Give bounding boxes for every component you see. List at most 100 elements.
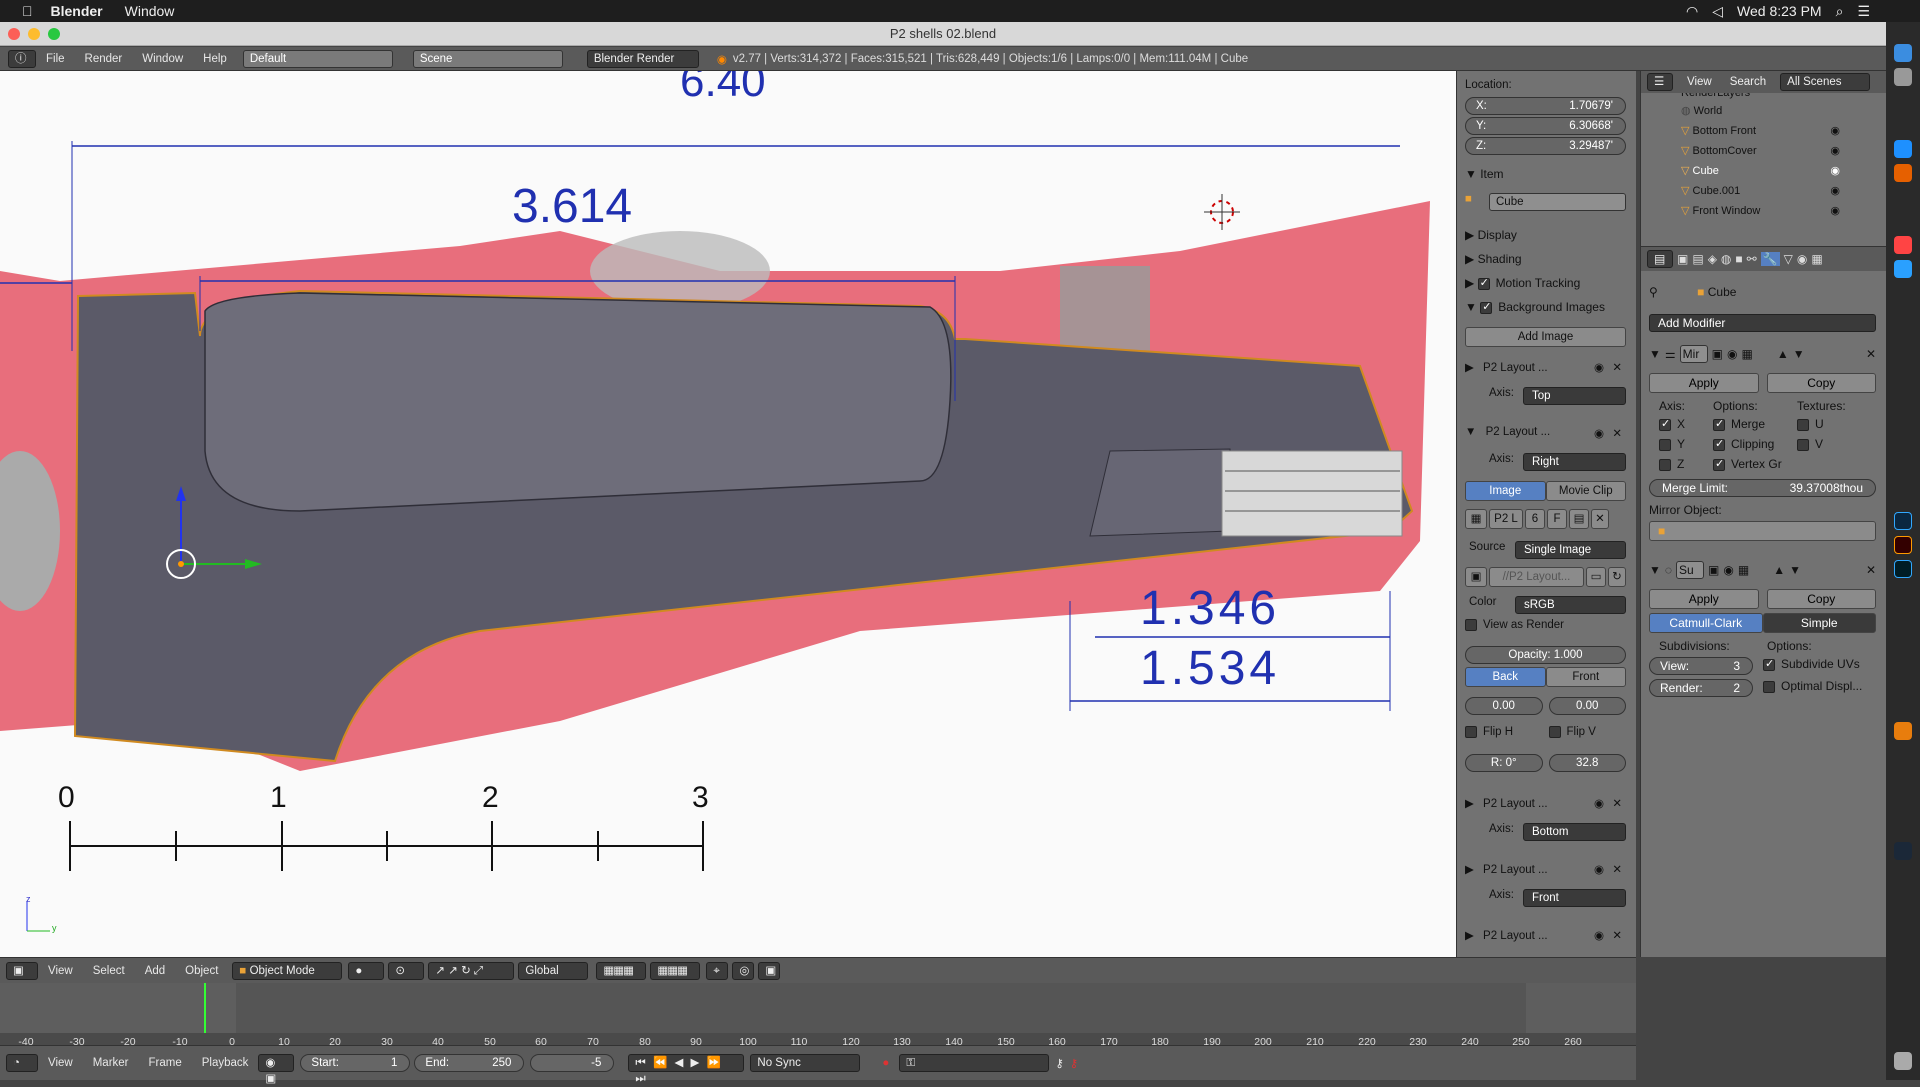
end-frame-field[interactable]: End: 250 xyxy=(414,1054,525,1072)
offset-x-field[interactable]: 0.00 xyxy=(1465,697,1543,715)
outliner-item[interactable]: ▽ BottomCover ◉ xyxy=(1681,141,1886,161)
eye-icon[interactable]: ◉ xyxy=(1830,141,1840,161)
world-tab-icon[interactable]: ◍ xyxy=(1721,252,1731,266)
render-tab-icon[interactable]: ▣ xyxy=(1677,252,1688,266)
apply-mirror-button[interactable]: Apply xyxy=(1649,373,1759,393)
photoshop-icon[interactable] xyxy=(1894,512,1912,530)
manipulator-toggle[interactable]: ↗ ↗ ↻ ⤢ xyxy=(428,961,515,980)
modifiers-tab-icon[interactable]: 🔧 xyxy=(1760,252,1780,266)
image-name-field[interactable]: P2 L xyxy=(1489,509,1523,529)
remove-modifier-icon[interactable]: ✕ xyxy=(1866,563,1876,577)
current-frame-line[interactable] xyxy=(204,983,206,1033)
viewport-toggle-icon[interactable]: ◉ xyxy=(1723,563,1733,577)
axis-select-1[interactable]: Top xyxy=(1523,387,1626,405)
window-menu[interactable]: Window xyxy=(125,3,175,19)
shading-select[interactable]: ● xyxy=(348,961,385,980)
render-engine-select[interactable]: Blender Render xyxy=(586,49,699,68)
layers-grid[interactable]: ▦▦▦ xyxy=(596,961,647,980)
flip-v-checkbox[interactable] xyxy=(1548,726,1561,738)
zoom-window-button[interactable] xyxy=(48,28,60,40)
layers-tab-icon[interactable]: ▤ xyxy=(1692,252,1703,266)
remove-icon[interactable]: ✕ xyxy=(1612,928,1622,942)
background-images-checkbox[interactable] xyxy=(1480,300,1493,314)
catmull-clark-toggle[interactable]: Catmull-Clark xyxy=(1649,613,1763,633)
location-z-field[interactable]: Z: 3.29487' xyxy=(1465,137,1626,155)
editmode-toggle-icon[interactable]: ▦ xyxy=(1741,347,1752,361)
optimal-display-checkbox[interactable] xyxy=(1763,680,1775,693)
texture-v-checkbox[interactable] xyxy=(1797,438,1809,451)
clock[interactable]: Wed 8:23 PM xyxy=(1737,3,1822,19)
spotlight-icon[interactable]: ⌕ xyxy=(1836,3,1844,20)
bg-image-3[interactable]: ▶ P2 Layout ... ◉ ✕ xyxy=(1465,796,1626,810)
finder-icon[interactable] xyxy=(1894,44,1912,62)
bg-image-5[interactable]: ▶ P2 Layout ... ◉ ✕ xyxy=(1465,928,1626,942)
editor-type-button[interactable]: ⓘ xyxy=(8,49,36,68)
object-tab-icon[interactable]: ■ xyxy=(1735,252,1742,266)
start-frame-field[interactable]: Start: 1 xyxy=(300,1054,411,1072)
display-section[interactable]: ▶ Display xyxy=(1465,228,1626,242)
outliner-item[interactable]: ▽ Front Window ◉ xyxy=(1681,201,1886,221)
proportional-toggle[interactable]: ◎ xyxy=(732,961,755,980)
eye-icon[interactable]: ◉ xyxy=(1594,796,1604,810)
steam-icon[interactable] xyxy=(1894,842,1912,860)
frame-menu[interactable]: Frame xyxy=(149,1057,182,1069)
simple-toggle[interactable]: Simple xyxy=(1762,613,1876,633)
data-tab-icon[interactable]: ▽ xyxy=(1784,252,1793,266)
3d-viewport[interactable]: 6.40 3.614 1.346 1.534 0 1 2 3 z y xyxy=(0,71,1456,957)
modifier-name-field[interactable]: Mir xyxy=(1679,345,1708,363)
axis-select-4[interactable]: Front xyxy=(1523,889,1626,907)
remove-icon[interactable]: ✕ xyxy=(1612,796,1622,810)
source-select[interactable]: Single Image xyxy=(1515,541,1626,559)
snap-toggle[interactable]: ⌖ xyxy=(706,961,729,980)
file-menu[interactable]: File xyxy=(46,53,65,65)
illustrator-icon[interactable] xyxy=(1894,536,1912,554)
move-down-icon[interactable]: ▼ xyxy=(1789,563,1801,577)
trash-icon[interactable] xyxy=(1894,1052,1912,1070)
marker-menu[interactable]: Marker xyxy=(93,1057,129,1069)
axis-y-checkbox[interactable] xyxy=(1659,438,1671,451)
add-menu[interactable]: Add xyxy=(145,965,165,977)
layers-grid-2[interactable]: ▦▦▦ xyxy=(650,961,701,980)
keying-set-field[interactable]: ⚿ xyxy=(899,1054,1050,1072)
subdiv-view-field[interactable]: View: 3 xyxy=(1649,657,1753,675)
move-up-icon[interactable]: ▲ xyxy=(1773,563,1785,577)
messages-icon[interactable] xyxy=(1894,260,1912,278)
bg-image-1[interactable]: ▶ P2 Layout ... ◉ ✕ xyxy=(1465,360,1626,374)
movie-clip-tab[interactable]: Movie Clip xyxy=(1545,481,1626,501)
axis-x-checkbox[interactable] xyxy=(1659,417,1671,431)
offset-y-field[interactable]: 0.00 xyxy=(1548,697,1626,715)
copy-subsurf-button[interactable]: Copy xyxy=(1766,589,1876,609)
editmode-toggle-icon[interactable]: ▦ xyxy=(1738,563,1749,577)
add-image-button[interactable]: Add Image xyxy=(1465,327,1626,347)
timeline-view-menu[interactable]: View xyxy=(48,1057,73,1069)
move-up-icon[interactable]: ▲ xyxy=(1777,347,1789,361)
outliner-search-menu[interactable]: Search xyxy=(1730,76,1766,88)
orientation-select[interactable]: Global xyxy=(518,961,589,980)
motion-tracking-checkbox[interactable] xyxy=(1477,276,1490,290)
item-section[interactable]: ▼ Item xyxy=(1465,167,1626,181)
record-icon[interactable]: ● xyxy=(882,1057,889,1069)
size-field[interactable]: 32.8 xyxy=(1548,754,1626,772)
minimize-window-button[interactable] xyxy=(28,28,40,40)
scene-field[interactable]: Scene xyxy=(412,49,563,68)
sync-select[interactable]: No Sync xyxy=(750,1054,861,1072)
timeline[interactable]: -40 -30 -20 -10 0 10 20 30 40 50 60 70 8… xyxy=(0,983,1636,1048)
eye-icon[interactable]: ◉ xyxy=(1830,201,1840,221)
outliner-item[interactable]: ▽ Bottom Front ◉ xyxy=(1681,121,1886,141)
eye-icon[interactable]: ◉ xyxy=(1830,161,1840,181)
remove-icon[interactable]: ✕ xyxy=(1612,862,1622,876)
subdivide-uvs-checkbox[interactable] xyxy=(1763,657,1775,671)
add-modifier-select[interactable]: Add Modifier xyxy=(1649,314,1876,332)
outliner-item[interactable]: ▽ Cube.001 ◉ xyxy=(1681,181,1886,201)
window-menu[interactable]: Window xyxy=(142,53,183,65)
fake-user-button[interactable]: F xyxy=(1547,509,1567,529)
texture-u-checkbox[interactable] xyxy=(1797,418,1809,431)
editor-type-button[interactable]: ▣ xyxy=(6,961,38,980)
axis-select-3[interactable]: Bottom xyxy=(1523,823,1626,841)
render-toggle-icon[interactable]: ▣ xyxy=(1708,563,1719,577)
scene-tab-icon[interactable]: ◈ xyxy=(1708,252,1717,266)
pin-icon[interactable]: ⚲ xyxy=(1649,285,1658,299)
shading-section[interactable]: ▶ Shading xyxy=(1465,252,1626,266)
axis-select-2[interactable]: Right xyxy=(1523,453,1626,471)
color-space-select[interactable]: sRGB xyxy=(1515,596,1626,614)
